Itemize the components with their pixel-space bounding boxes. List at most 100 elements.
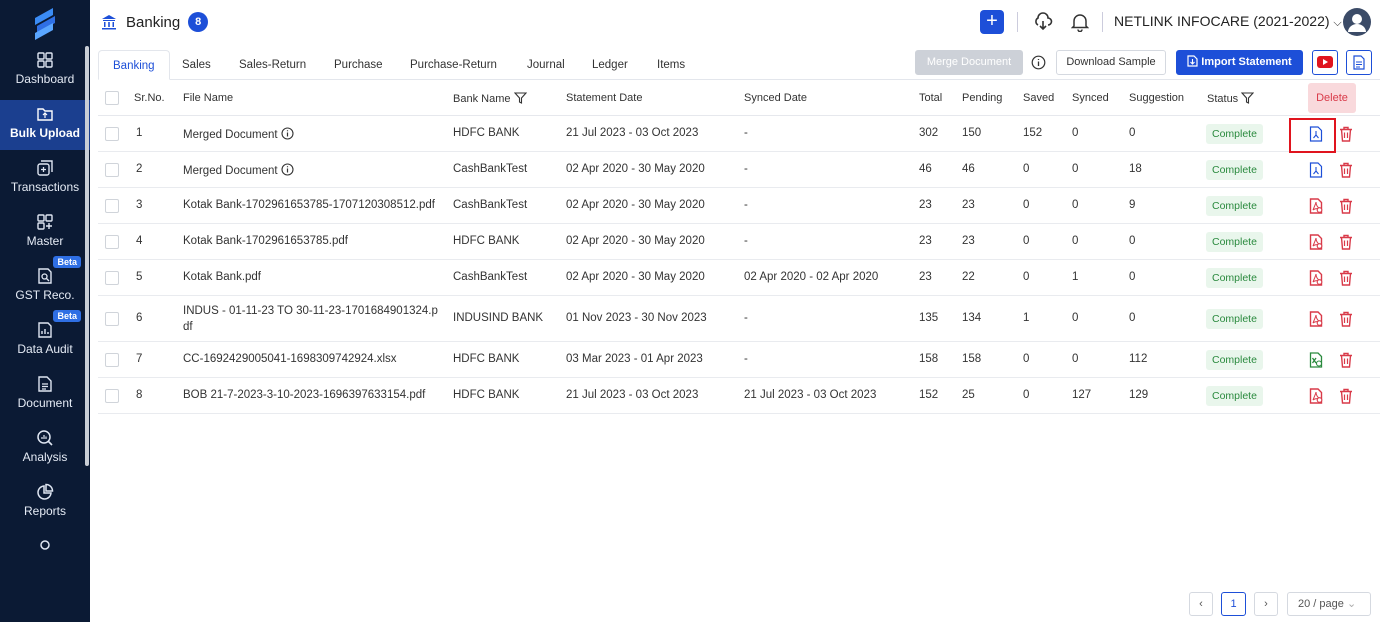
page-size-select[interactable]: 20 / page ⌄ [1287,592,1371,616]
sidebar-item-gst-reco[interactable]: GST Reco. Beta [0,256,90,312]
file-name-text: Kotak Bank.pdf [183,271,261,283]
cell-total: 302 [919,127,939,139]
view-file-button[interactable] [1308,352,1324,368]
view-file-button[interactable] [1308,388,1324,404]
row-checkbox[interactable] [105,199,119,213]
cell-pending: 158 [962,353,982,365]
sidebar-item-label: Reports [23,504,67,518]
delete-row-button[interactable] [1339,311,1353,327]
row-checkbox[interactable] [105,163,119,177]
trash-icon [1340,234,1352,250]
delete-row-button[interactable] [1339,126,1353,142]
sidebar-item-bulk-upload[interactable]: Bulk Upload [0,100,90,150]
tab-banking[interactable]: Banking [98,50,170,80]
header-statement-date: Statement Date [566,92,643,104]
header-bank-name[interactable]: Bank Name [453,92,527,105]
bell-icon[interactable] [1071,12,1089,32]
filter-icon[interactable] [1241,92,1255,104]
row-checkbox[interactable] [105,235,119,249]
delete-selected-button[interactable]: Delete [1308,83,1356,113]
view-file-button[interactable] [1308,234,1324,250]
delete-row-button[interactable] [1339,270,1353,286]
row-checkbox[interactable] [105,389,119,403]
sidebar-item-master[interactable]: Master [0,208,90,258]
sidebar-item-document[interactable]: Document [0,370,90,420]
cell-saved: 0 [1023,163,1030,175]
sidebar-item-label: Data Audit [17,342,73,356]
prev-page-button[interactable]: ‹ [1189,592,1213,616]
sidebar-item-analysis[interactable]: Analysis [0,424,90,474]
delete-row-button[interactable] [1339,162,1353,178]
header-total: Total [919,92,943,104]
view-file-button[interactable] [1308,198,1324,214]
cell-pending: 134 [962,312,982,324]
delete-row-button[interactable] [1339,352,1353,368]
sidebar-item-data-audit[interactable]: Data Audit Beta [0,310,90,366]
view-file-button[interactable] [1308,270,1324,286]
guide-button[interactable] [1346,50,1372,75]
tab-sales[interactable]: Sales [168,50,225,80]
sidebar-item-label: Master [26,234,64,248]
cell-sr-no: 4 [136,235,143,247]
delete-row-button[interactable] [1339,388,1353,404]
sidebar-scrollbar[interactable] [85,46,89,466]
pdf-file-icon [1309,311,1323,327]
cell-file-name: Kotak Bank-1702961653785-1707120308512.p… [183,199,435,211]
avatar[interactable] [1343,8,1371,36]
youtube-icon [1317,56,1333,68]
sidebar-item-dashboard[interactable]: Dashboard [0,46,90,96]
delete-row-button[interactable] [1339,234,1353,250]
merge-document-button[interactable]: Merge Document [915,50,1023,75]
view-file-button[interactable] [1308,162,1324,178]
divider [1102,12,1103,32]
page-number-button[interactable]: 1 [1221,592,1246,616]
dashboard-icon [37,52,53,68]
cell-file-name: Kotak Bank.pdf [183,271,261,283]
tab-sales-return[interactable]: Sales-Return [225,50,320,80]
info-icon[interactable] [281,163,294,176]
cell-file-name: Merged Document [183,163,294,177]
cell-suggestion: 112 [1129,353,1148,365]
cell-sr-no: 5 [136,271,143,283]
sidebar-item-reports[interactable]: Reports [0,478,90,528]
cell-synced-date: - [744,163,748,175]
sidebar-item-more[interactable] [0,536,90,550]
cell-statement-date: 02 Apr 2020 - 30 May 2020 [566,199,705,211]
cell-statement-date: 02 Apr 2020 - 30 May 2020 [566,271,705,283]
row-checkbox[interactable] [105,312,119,326]
add-button[interactable]: + [980,10,1004,34]
cloud-download-icon[interactable] [1033,12,1053,32]
youtube-button[interactable] [1312,50,1338,75]
info-icon[interactable] [1031,55,1046,70]
download-sample-button[interactable]: Download Sample [1056,50,1166,75]
tab-ledger[interactable]: Ledger [578,50,642,80]
status-badge: Complete [1206,386,1263,406]
cell-bank-name: HDFC BANK [453,389,520,401]
row-checkbox[interactable] [105,127,119,141]
row-checkbox[interactable] [105,271,119,285]
view-file-button[interactable] [1308,311,1324,327]
next-page-button[interactable]: › [1254,592,1278,616]
sidebar-item-label: GST Reco. [15,288,75,302]
select-all-checkbox[interactable] [105,91,119,105]
table-row: 4 HDFC BANK 02 Apr 2020 - 30 May 2020 - 23 23… [98,224,1380,260]
bank-icon [102,15,116,30]
app-logo-icon[interactable] [31,6,59,40]
delete-row-button[interactable] [1339,198,1353,214]
header-bank-label: Bank Name [453,93,511,105]
import-statement-button[interactable]: Import Statement [1176,50,1303,75]
file-name-text: Merged Document [183,165,278,177]
company-selector[interactable]: NETLINK INFOCARE (2021-2022) ⌵ [1114,13,1342,30]
tab-purchase-return[interactable]: Purchase-Return [396,50,511,80]
cell-sr-no: 7 [136,353,143,365]
tab-journal[interactable]: Journal [513,50,579,80]
tab-items[interactable]: Items [643,50,699,80]
sidebar-item-transactions[interactable]: Transactions [0,154,90,204]
tab-purchase[interactable]: Purchase [320,50,397,80]
filter-icon[interactable] [513,92,527,104]
cell-bank-name: HDFC BANK [453,353,520,365]
info-icon[interactable] [281,127,294,140]
row-checkbox[interactable] [105,353,119,367]
cell-total: 23 [919,235,932,247]
header-status[interactable]: Status [1207,92,1255,105]
